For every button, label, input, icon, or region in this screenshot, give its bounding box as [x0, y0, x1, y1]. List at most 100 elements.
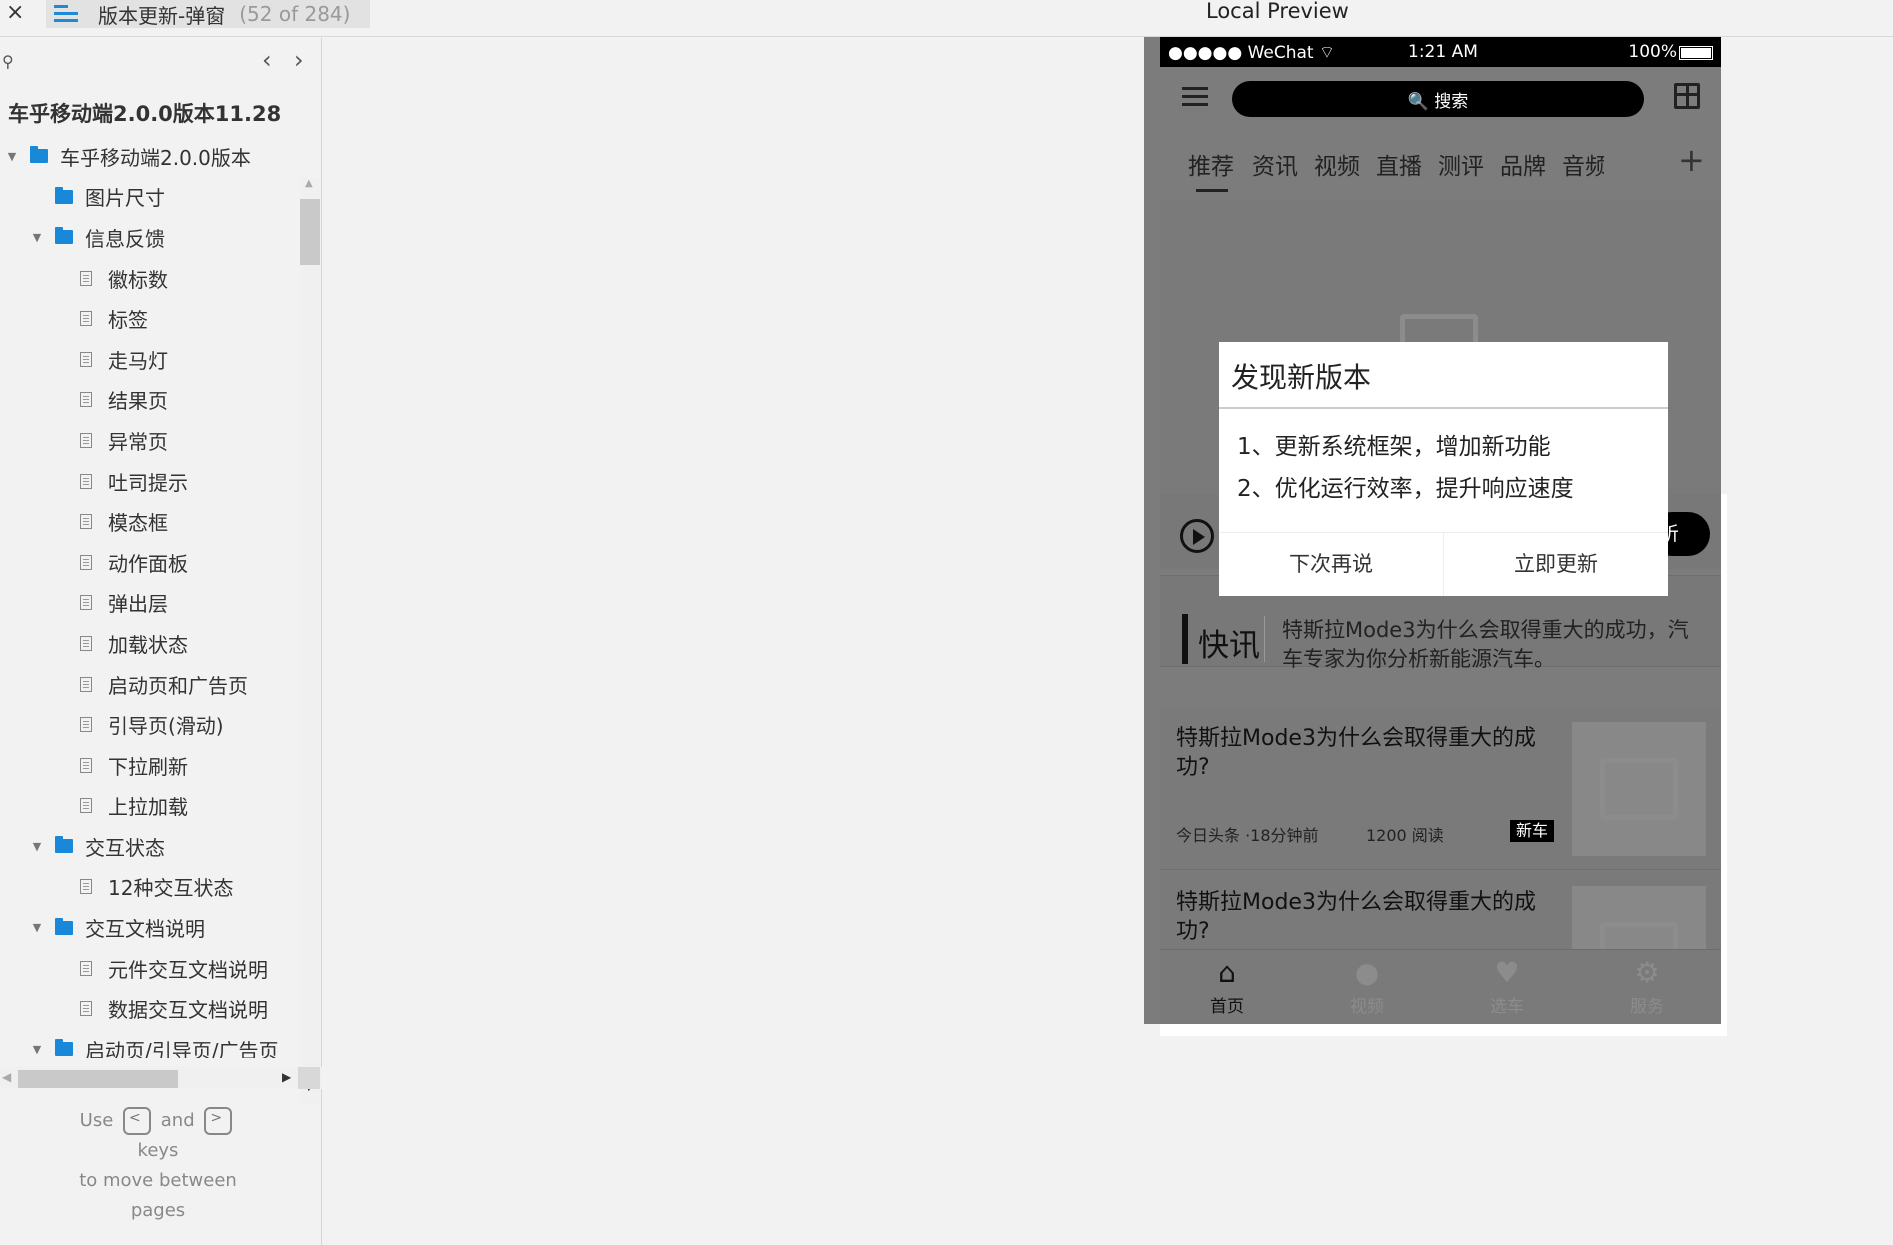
menu-icon[interactable] [54, 5, 78, 23]
tree-label: 异常页 [108, 429, 168, 454]
play-icon[interactable] [1180, 519, 1214, 553]
tree-page[interactable]: 吐司提示 [0, 461, 296, 502]
battery-icon [1679, 46, 1713, 60]
tab-recommend[interactable]: 推荐 [1188, 147, 1234, 192]
tabbar-item-select-car[interactable]: ♥ 选车 [1472, 958, 1542, 1018]
tab-news[interactable]: 资讯 [1252, 147, 1298, 181]
tree-page[interactable]: 加载状态 [0, 623, 296, 664]
tree-label: 吐司提示 [108, 470, 188, 495]
tabbar-item-video[interactable]: ● 视频 [1332, 956, 1402, 1018]
news-item[interactable]: 特斯拉Mode3为什么会取得重大的成功? 今日头条 ·18分钟前 1200 阅读… [1160, 708, 1721, 870]
tabbar-item-service[interactable]: ⚙ 服务 [1612, 958, 1682, 1018]
page-tab[interactable]: 版本更新-弹窗 (52 of 284) [46, 0, 370, 28]
tree-folder[interactable]: ▼ 信息反馈 [0, 217, 296, 258]
tree-page[interactable]: 动作面板 [0, 542, 296, 583]
news-tag: 新车 [1510, 820, 1555, 842]
expand-toggle-icon[interactable]: ▼ [31, 921, 43, 934]
dialog-line: 1、更新系统框架，增加新功能 [1237, 434, 1551, 460]
tabbar-item-home[interactable]: ⌂ 首页 [1192, 958, 1262, 1018]
status-bar: ●●●●● WeChat ⌔ 1:21 AM 100% [1160, 37, 1721, 67]
news-thumbnail [1572, 722, 1706, 856]
expand-toggle-icon[interactable]: ▼ [6, 150, 18, 163]
search-input[interactable]: 🔍 搜索 [1232, 81, 1644, 117]
next-key-icon: > [204, 1107, 233, 1135]
dialog-line: 2、优化运行效率，提升响应速度 [1237, 476, 1574, 502]
help-text-line3: pages [130, 1200, 186, 1221]
tree-folder[interactable]: ▼ 交互状态 [0, 826, 296, 867]
next-page-button[interactable]: › [294, 46, 304, 74]
tabbar-label: 首页 [1210, 997, 1244, 1017]
update-now-button[interactable]: 立即更新 [1444, 533, 1668, 596]
tree-page[interactable]: 上拉加载 [0, 786, 296, 827]
tree-label: 数据交互文档说明 [108, 998, 268, 1023]
flash-news-text: 特斯拉Mode3为什么会取得重大的成功，汽车专家为你分析新能源汽车。 [1282, 618, 1689, 671]
news-title: 特斯拉Mode3为什么会取得重大的成功? [1176, 890, 1536, 944]
status-time: 1:21 AM [1408, 42, 1478, 62]
tree-page[interactable]: 异常页 [0, 420, 296, 461]
search-icon[interactable]: ⚲ [2, 52, 14, 71]
tree-folder[interactable]: ▼ 车乎移动端2.0.0版本 [0, 136, 296, 177]
tree-label: 上拉加载 [108, 795, 188, 820]
tree-page[interactable]: 标签 [0, 298, 296, 339]
tree-label: 加载状态 [108, 632, 188, 657]
tree-page[interactable]: 弹出层 [0, 583, 296, 624]
divider [1219, 407, 1668, 409]
expand-toggle-icon[interactable]: ▼ [31, 231, 43, 244]
tree-page[interactable]: 12种交互状态 [0, 867, 296, 908]
scroll-left-icon[interactable]: ◀ [2, 1070, 11, 1084]
tab-brand[interactable]: 品牌 [1500, 147, 1546, 181]
tree-label: 交互文档说明 [85, 917, 205, 942]
scroll-corner [298, 1067, 320, 1089]
help-text-line2: to move between [79, 1170, 237, 1191]
tree-page[interactable]: 模态框 [0, 501, 296, 542]
scroll-up-icon[interactable]: ▲ [305, 178, 313, 189]
gift-icon[interactable] [1674, 83, 1700, 109]
page-icon [80, 554, 92, 570]
tree-page[interactable]: 徽标数 [0, 258, 296, 299]
page-icon [80, 392, 92, 408]
tree-label: 结果页 [108, 389, 168, 414]
image-placeholder-icon [1600, 758, 1678, 820]
tree-label: 动作面板 [108, 551, 188, 576]
scroll-right-icon[interactable]: ▶ [282, 1070, 291, 1084]
tree-page[interactable]: 结果页 [0, 380, 296, 421]
tree-page[interactable]: 元件交互文档说明 [0, 948, 296, 989]
page-icon [80, 432, 92, 448]
tab-video[interactable]: 视频 [1314, 147, 1360, 181]
tree-page[interactable]: 数据交互文档说明 [0, 988, 296, 1029]
scroll-thumb[interactable] [300, 199, 320, 265]
chat-icon: ● [1354, 956, 1380, 989]
page-tree: ▼ 车乎移动端2.0.0版本图片尺寸 ▼ 信息反馈 徽标数 标签 走马灯结果页异常页吐司提示… [0, 136, 296, 1058]
news-title: 特斯拉Mode3为什么会取得重大的成功? [1176, 726, 1536, 780]
tabbar-label: 服务 [1630, 997, 1664, 1017]
add-category-icon[interactable]: + [1678, 141, 1705, 179]
expand-toggle-icon[interactable]: ▼ [31, 1043, 43, 1056]
tree-label: 车乎移动端2.0.0版本 [60, 145, 251, 170]
tab-live[interactable]: 直播 [1376, 147, 1422, 181]
update-dialog: 发现新版本 1、更新系统框架，增加新功能 2、优化运行效率，提升响应速度 下次再… [1219, 342, 1668, 596]
tree-page[interactable]: 引导页(滑动) [0, 704, 296, 745]
tree-folder[interactable]: ▼ 启动页/引导页/广告页 [0, 1029, 296, 1058]
tab-review[interactable]: 测评 [1438, 147, 1484, 181]
tree-page[interactable]: 启动页和广告页 [0, 664, 296, 705]
hscroll-thumb[interactable] [18, 1070, 178, 1088]
tree-folder[interactable]: 图片尺寸 [0, 177, 296, 218]
tree-label: 12种交互状态 [108, 876, 234, 901]
expand-toggle-icon[interactable]: ▼ [31, 840, 43, 853]
prev-page-button[interactable]: ‹ [262, 46, 272, 74]
tree-page[interactable]: 走马灯 [0, 339, 296, 380]
page-icon [80, 757, 92, 773]
tree-page[interactable]: 下拉刷新 [0, 745, 296, 786]
tab-audio[interactable]: 音频 [1562, 147, 1604, 181]
later-button[interactable]: 下次再说 [1219, 533, 1443, 596]
horizontal-scrollbar[interactable]: ◀ ▶ [0, 1067, 322, 1089]
bottom-tabbar: ⌂ 首页 ● 视频 ♥ 选车 ⚙ 服务 [1160, 949, 1721, 1024]
close-button[interactable]: × [6, 0, 24, 26]
flash-news-bar [1182, 614, 1188, 664]
tree-folder[interactable]: ▼ 交互文档说明 [0, 907, 296, 948]
category-tabs: 推荐 资讯 视频 直播 测评 品牌 音频 + [1160, 141, 1721, 197]
page-icon [80, 879, 92, 895]
menu-icon[interactable] [1182, 87, 1208, 107]
sitemap-sidebar: ⚲ ‹ › 车乎移动端2.0.0版本11.28 ▼ 车乎移动端2.0.0版本 图片尺… [0, 38, 322, 1245]
vertical-scrollbar[interactable]: ▲ ▼ [300, 178, 320, 1103]
